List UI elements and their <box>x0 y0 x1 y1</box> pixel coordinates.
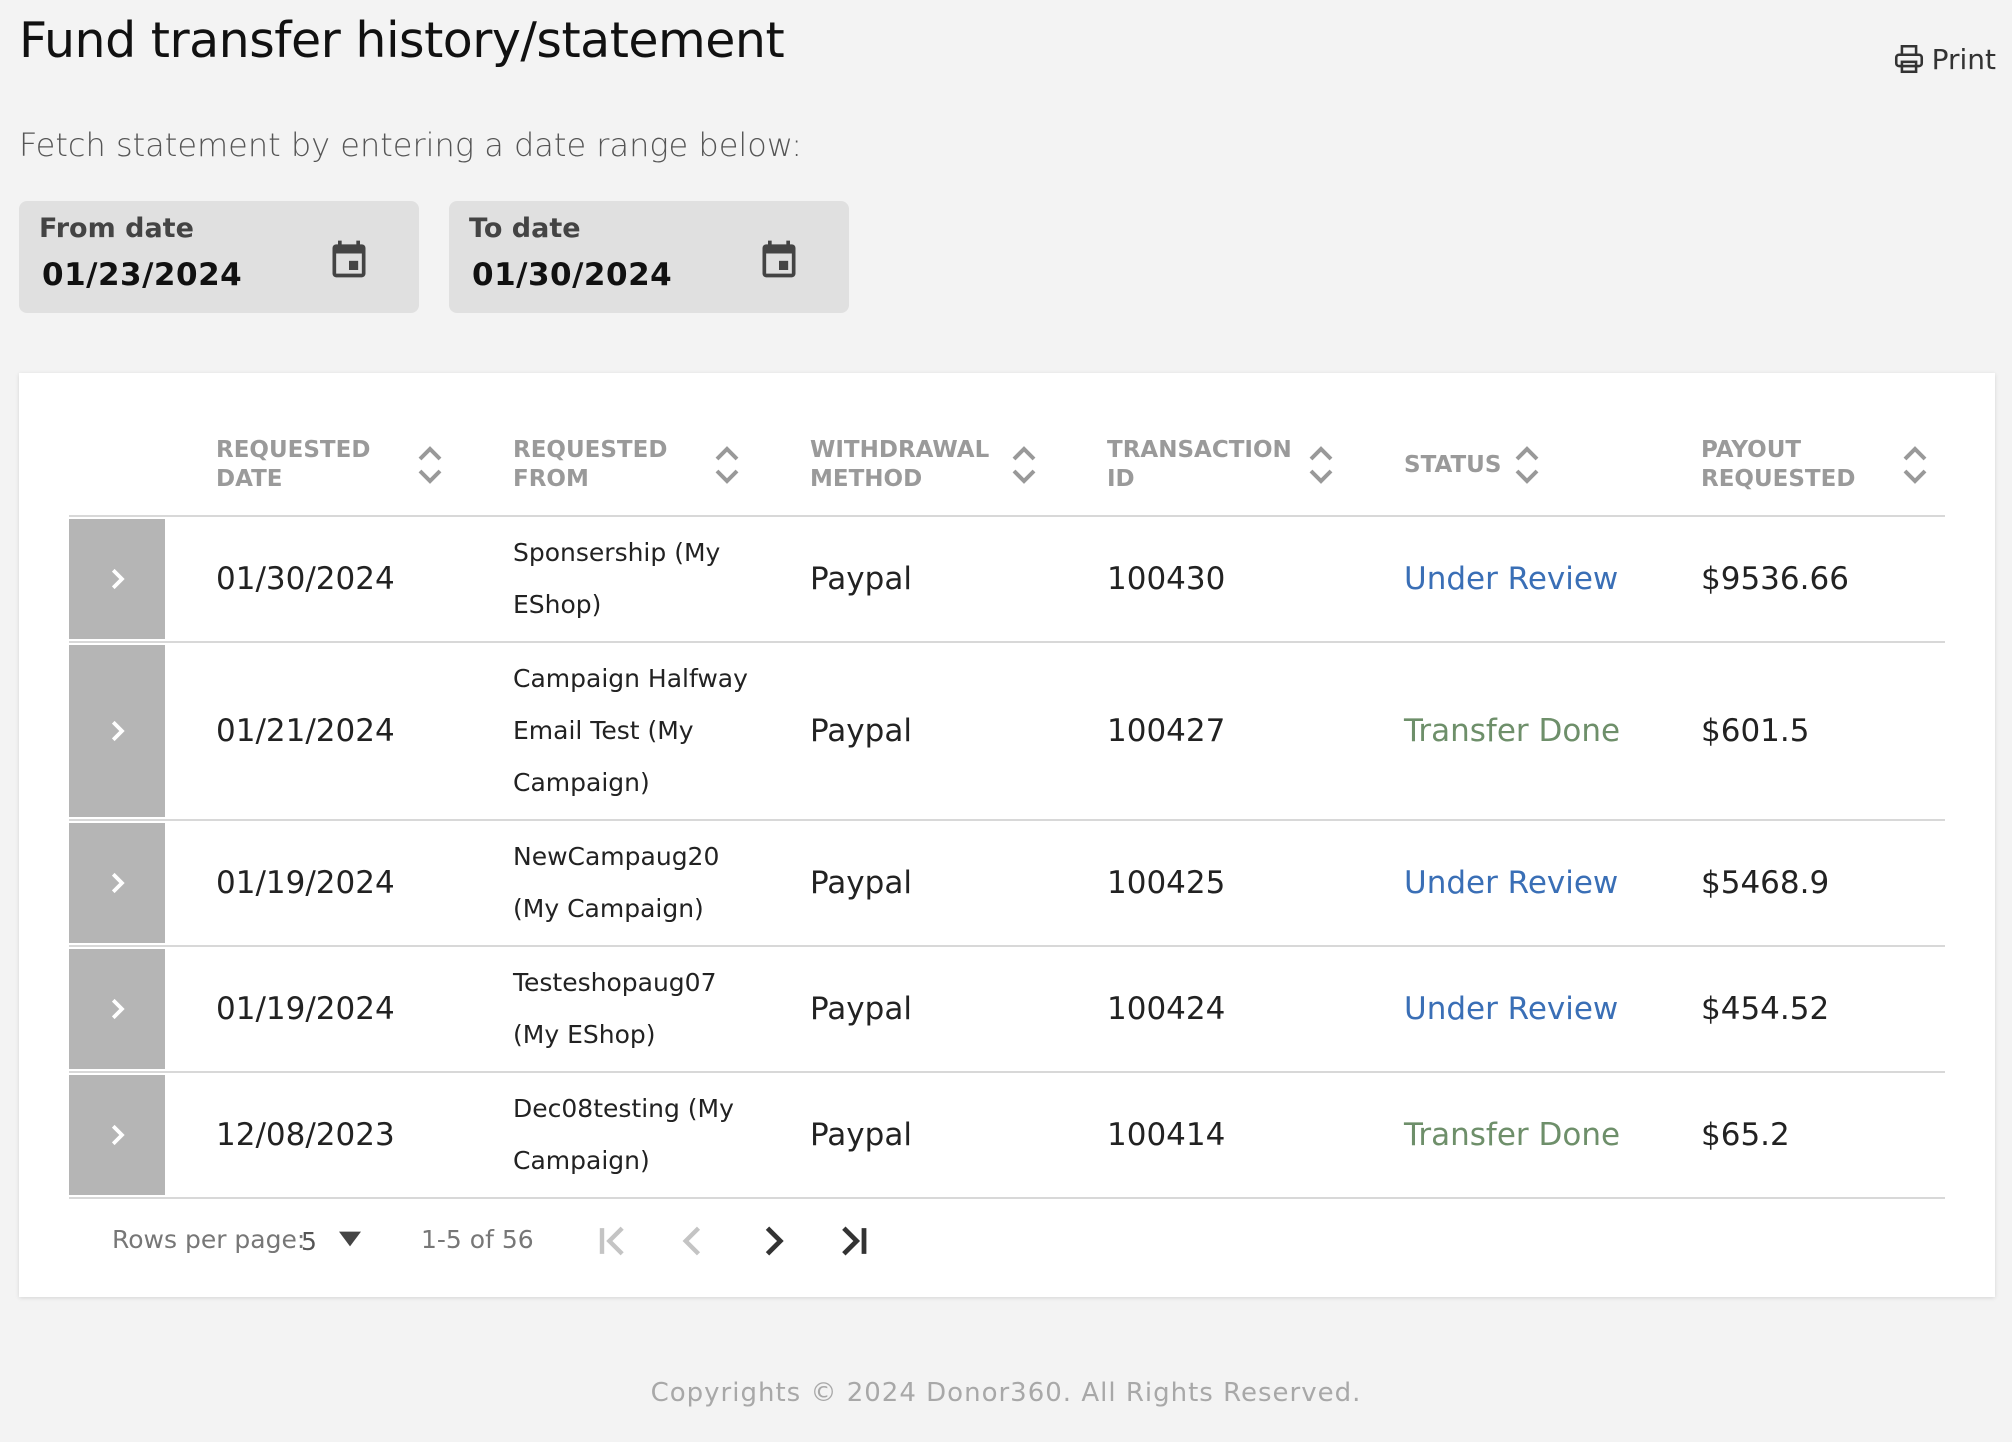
to-date-value[interactable]: 01/30/2024 <box>472 257 672 293</box>
chevron-right-icon <box>111 872 125 894</box>
cell-withdrawal-method: Paypal <box>810 1117 912 1153</box>
prev-page-icon[interactable] <box>671 1219 715 1263</box>
rows-per-page-value[interactable]: 5 <box>301 1227 317 1256</box>
caret-down-icon[interactable] <box>339 1231 361 1247</box>
cell-requested-date: 12/08/2023 <box>216 1117 395 1153</box>
cell-requested-from: Campaign Halfway Email Test (My Campaign… <box>513 664 748 797</box>
cell-requested-date: 01/19/2024 <box>216 865 395 901</box>
table-row: 01/19/2024 NewCampaug20 (My Campaign) Pa… <box>69 821 1945 947</box>
cell-payout-requested: $65.2 <box>1701 1117 1790 1153</box>
table-row: 12/08/2023 Dec08testing (My Campaign) Pa… <box>69 1073 1945 1199</box>
cell-payout-requested: $9536.66 <box>1701 561 1849 597</box>
column-header-transaction-id[interactable]: TRANSACTION ID <box>1107 413 1335 517</box>
cell-status: Under Review <box>1404 865 1619 901</box>
cell-withdrawal-method: Paypal <box>810 561 912 597</box>
last-page-icon[interactable] <box>831 1219 875 1263</box>
cell-requested-from: Dec08testing (My Campaign) <box>513 1094 734 1175</box>
from-date-label: From date <box>39 213 194 244</box>
column-header-requested-from[interactable]: REQUESTED FROM <box>513 413 741 517</box>
sort-icon[interactable] <box>713 445 741 485</box>
transfer-table-card: REQUESTED DATE REQUESTED FROM WITHDRAWAL… <box>19 373 1995 1297</box>
cell-status: Under Review <box>1404 991 1619 1027</box>
subtitle: Fetch statement by entering a date range… <box>19 126 803 164</box>
chevron-right-icon <box>111 568 125 590</box>
chevron-right-icon <box>111 998 125 1020</box>
cell-requested-from: Testeshopaug07 (My EShop) <box>513 968 717 1049</box>
row-expand-button[interactable] <box>69 1075 165 1195</box>
cell-transaction-id: 100414 <box>1107 1117 1226 1153</box>
sort-icon[interactable] <box>1307 445 1335 485</box>
table-header: REQUESTED DATE REQUESTED FROM WITHDRAWAL… <box>69 413 1945 517</box>
sort-icon[interactable] <box>1901 445 1929 485</box>
page-title: Fund transfer history/statement <box>19 12 785 69</box>
cell-status: Transfer Done <box>1404 1117 1621 1153</box>
cell-requested-date: 01/21/2024 <box>216 713 395 749</box>
cell-withdrawal-method: Paypal <box>810 865 912 901</box>
from-date-field[interactable]: From date 01/23/2024 <box>19 201 419 313</box>
calendar-icon[interactable] <box>327 235 371 283</box>
chevron-right-icon <box>111 720 125 742</box>
table-row: 01/21/2024 Campaign Halfway Email Test (… <box>69 643 1945 821</box>
sort-icon[interactable] <box>1513 445 1541 485</box>
printer-icon <box>1894 44 1923 74</box>
cell-requested-date: 01/30/2024 <box>216 561 395 597</box>
row-expand-button[interactable] <box>69 645 165 817</box>
cell-status: Transfer Done <box>1404 713 1621 749</box>
cell-transaction-id: 100424 <box>1107 991 1226 1027</box>
cell-requested-from: Sponsership (My EShop) <box>513 538 721 619</box>
cell-requested-from: NewCampaug20 (My Campaign) <box>513 842 720 923</box>
cell-payout-requested: $454.52 <box>1701 991 1830 1027</box>
to-date-field[interactable]: To date 01/30/2024 <box>449 201 849 313</box>
table-row: 01/30/2024 Sponsership (My EShop) Paypal… <box>69 517 1945 643</box>
to-date-label: To date <box>469 213 581 244</box>
chevron-right-icon <box>111 1124 125 1146</box>
row-expand-button[interactable] <box>69 519 165 639</box>
column-header-requested-date[interactable]: REQUESTED DATE <box>216 413 444 517</box>
calendar-icon[interactable] <box>757 235 801 283</box>
first-page-icon[interactable] <box>591 1219 635 1263</box>
cell-payout-requested: $5468.9 <box>1701 865 1830 901</box>
table-row: 01/19/2024 Testeshopaug07 (My EShop) Pay… <box>69 947 1945 1073</box>
row-expand-button[interactable] <box>69 823 165 943</box>
row-expand-button[interactable] <box>69 949 165 1069</box>
cell-status: Under Review <box>1404 561 1619 597</box>
rows-per-page-label: Rows per page: <box>112 1225 306 1254</box>
column-header-withdrawal-method[interactable]: WITHDRAWAL METHOD <box>810 413 1038 517</box>
footer-copyright: Copyrights © 2024 Donor360. All Rights R… <box>650 1378 1362 1408</box>
cell-transaction-id: 100430 <box>1107 561 1226 597</box>
column-header-payout-requested[interactable]: PAYOUT REQUESTED <box>1701 413 1929 517</box>
pagination-bar: Rows per page: 5 1-5 of 56 <box>69 1213 969 1273</box>
sort-icon[interactable] <box>416 445 444 485</box>
cell-withdrawal-method: Paypal <box>810 991 912 1027</box>
column-header-status[interactable]: STATUS <box>1404 413 1541 517</box>
cell-transaction-id: 100427 <box>1107 713 1226 749</box>
next-page-icon[interactable] <box>751 1219 795 1263</box>
cell-payout-requested: $601.5 <box>1701 713 1810 749</box>
print-label: Print <box>1931 42 1996 76</box>
page-range-text: 1-5 of 56 <box>421 1225 534 1254</box>
cell-transaction-id: 100425 <box>1107 865 1226 901</box>
cell-requested-date: 01/19/2024 <box>216 991 395 1027</box>
page: Fund transfer history/statement Print Fe… <box>0 0 2012 1442</box>
cell-withdrawal-method: Paypal <box>810 713 912 749</box>
print-button[interactable]: Print <box>1892 42 1996 76</box>
from-date-value[interactable]: 01/23/2024 <box>42 257 242 293</box>
sort-icon[interactable] <box>1010 445 1038 485</box>
